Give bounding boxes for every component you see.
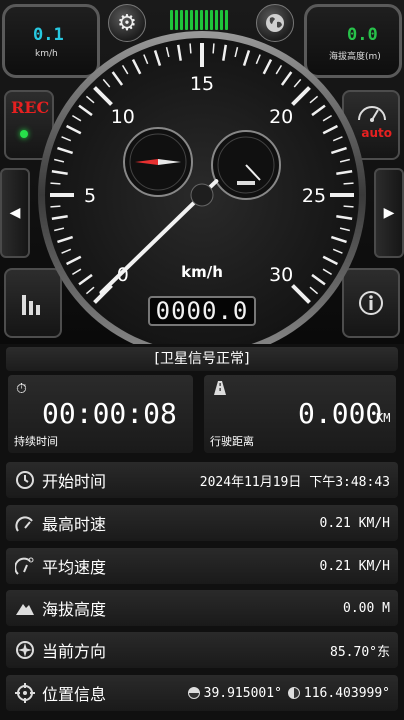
clock-icon	[12, 467, 38, 493]
mountain-icon	[12, 595, 38, 621]
gauge-tick	[343, 205, 354, 208]
duration-card: ⏱ 00:00:08 持续时间	[8, 375, 193, 453]
heading-row: 当前方向 85.70°东	[6, 632, 398, 668]
recording-indicator	[20, 130, 28, 138]
gauge-unit: km/h	[181, 263, 223, 281]
gauge-tick	[50, 205, 61, 208]
location-value: 39.915001° 116.403999°	[187, 685, 390, 701]
stopwatch-icon: ⏱	[16, 381, 27, 397]
gauge-tick-label: 30	[269, 264, 293, 286]
avg-speed-label: 平均速度	[42, 558, 107, 577]
gauge-tick-label: 20	[269, 106, 293, 128]
location-row: 位置信息 39.915001° 116.403999°	[6, 675, 398, 711]
start-time-label: 开始时间	[42, 472, 107, 491]
latitude-value: 39.915001°	[203, 685, 282, 701]
arrow-right-icon: ▶	[383, 205, 395, 221]
gauge-tick	[212, 43, 215, 54]
max-speed-row: 最高时速 0.21 KM/H	[6, 505, 398, 541]
max-speed-label: 最高时速	[42, 515, 107, 534]
dashboard: 0.1 km/h 0.0 海拔高度(m) ⚙ REC auto ◀ ▶ 0 5 …	[0, 0, 404, 344]
start-time-row: 开始时间 2024年11月19日 下午3:48:43	[6, 462, 398, 498]
latitude-icon	[187, 687, 200, 699]
altitude-label: 海拔高度	[42, 600, 107, 619]
prev-button[interactable]: ◀	[0, 168, 30, 258]
compass-icon	[12, 637, 38, 663]
altitude-row-value: 0.00 M	[343, 600, 390, 616]
gauge-tick	[343, 182, 354, 185]
satellite-status: [卫星信号正常]	[6, 347, 398, 371]
distance-card: 0.000 KM 行驶距离	[204, 375, 396, 453]
location-label: 位置信息	[42, 685, 107, 704]
distance-unit: KM	[376, 411, 391, 425]
next-button[interactable]: ▶	[374, 168, 404, 258]
gauge-tick	[189, 43, 192, 54]
distance-label: 行驶距离	[210, 435, 254, 448]
gauge-tick-label: 10	[111, 106, 135, 128]
odometer: 0000.0	[148, 296, 256, 326]
signal-bars-icon	[170, 8, 232, 30]
arrow-left-icon: ◀	[9, 205, 21, 221]
gauge-tick-label: 5	[84, 185, 96, 207]
start-time-value: 2024年11月19日 下午3:48:43	[199, 474, 390, 490]
avg-speed-row: 平均速度 0.21 KM/H	[6, 548, 398, 584]
longitude-value: 116.403999°	[303, 685, 390, 701]
gauge-tick-label: 25	[302, 185, 326, 207]
road-icon	[214, 381, 226, 395]
needle-hub	[190, 183, 214, 207]
distance-value: 0.000	[298, 397, 383, 430]
duration-value: 00:00:08	[42, 397, 177, 430]
max-speed-value: 0.21 KM/H	[319, 515, 390, 531]
duration-label: 持续时间	[14, 435, 58, 448]
heading-value: 85.70°东	[330, 644, 390, 660]
compass-subdial	[123, 127, 193, 197]
heading-label: 当前方向	[42, 642, 107, 661]
gauge-tick-label: 15	[190, 73, 214, 95]
gauge-tick	[50, 182, 61, 185]
longitude-icon	[287, 687, 300, 699]
altitude-row: 海拔高度 0.00 M	[6, 590, 398, 626]
avg-speed-value: 0.21 KM/H	[319, 558, 390, 574]
max-speed-icon	[12, 510, 38, 536]
crosshair-icon	[12, 680, 38, 706]
trip-subdial	[211, 130, 281, 200]
avg-speed-icon	[12, 553, 38, 579]
